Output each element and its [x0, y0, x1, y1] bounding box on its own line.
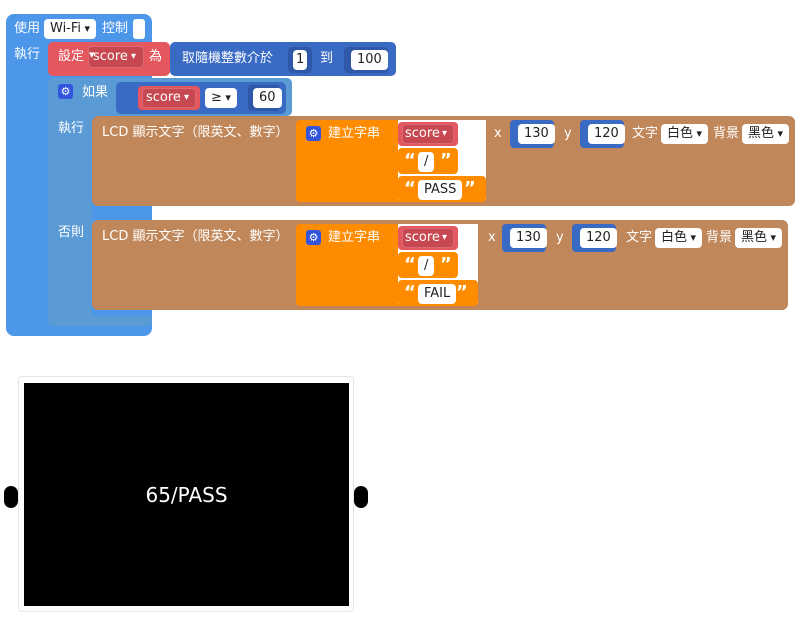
- pass-y-input[interactable]: 120: [588, 124, 625, 144]
- wifi-use-label: 使用: [14, 21, 41, 36]
- lcd-left-handle-icon[interactable]: [4, 486, 18, 508]
- fail-text-close-quote: ”: [456, 282, 468, 303]
- random-int-label: 取隨機整數介於: [182, 51, 274, 66]
- fail-sep-open-quote: “: [404, 254, 416, 275]
- set-dropdown-arrow: ▾: [131, 51, 137, 62]
- fail-y-input[interactable]: 120: [580, 228, 617, 248]
- fail-text-input[interactable]: FAIL: [418, 284, 457, 304]
- pass-text-close-quote: ”: [464, 178, 476, 199]
- fail-x-input[interactable]: 130: [510, 228, 547, 248]
- set-variable-name: score: [93, 49, 128, 64]
- fail-text-open-quote: “: [404, 282, 416, 303]
- wifi-control-label: 控制: [102, 21, 129, 36]
- compare-var-arrow: ▾: [184, 92, 190, 103]
- random-from-input[interactable]: 1: [293, 50, 308, 70]
- fail-y-label: y: [556, 230, 564, 245]
- build-string-label-fail: 建立字串: [328, 230, 381, 245]
- fail-bg-label: 背景: [706, 230, 733, 245]
- random-to-input[interactable]: 100: [351, 50, 388, 70]
- fail-x-label: x: [488, 230, 496, 245]
- wifi-device-dropdown[interactable]: Wi-Fi: [44, 19, 97, 39]
- fail-score-arrow: ▾: [442, 232, 448, 243]
- build-string-gear-icon-fail[interactable]: ⚙: [306, 230, 321, 245]
- pass-sep-close-quote: ”: [440, 150, 452, 171]
- if-gear-icon[interactable]: ⚙: [58, 84, 73, 99]
- compare-var-name: score: [146, 90, 181, 105]
- build-string-spine-pass: [388, 120, 398, 202]
- fail-bg-dropdown[interactable]: 黑色: [735, 228, 783, 248]
- if-bottom-bar: [48, 316, 152, 326]
- pass-bg-label: 背景: [713, 126, 740, 141]
- pass-x-label: x: [494, 126, 502, 141]
- wifi-exec-label: 執行: [14, 47, 41, 62]
- lcd-display-text: 65/PASS: [145, 483, 228, 507]
- build-string-spine-fail: [388, 224, 398, 306]
- fail-score-name: score: [405, 230, 440, 245]
- if-label: 如果: [82, 85, 109, 100]
- fail-sep-input[interactable]: /: [418, 256, 435, 276]
- pass-sep-open-quote: “: [404, 150, 416, 171]
- if-else-label: 否則: [58, 225, 85, 240]
- fail-color-dropdown[interactable]: 白色: [655, 228, 703, 248]
- pass-bg-dropdown[interactable]: 黑色: [742, 124, 790, 144]
- lcd-pass-label: LCD 顯示文字（限英文、數字）: [102, 125, 289, 140]
- pass-y-label: y: [564, 126, 572, 141]
- compare-value-input[interactable]: 60: [253, 88, 282, 108]
- build-string-gear-icon-pass[interactable]: ⚙: [306, 126, 321, 141]
- pass-color-label: 文字: [632, 126, 659, 141]
- set-label: 設定: [58, 49, 85, 64]
- pass-text-input[interactable]: PASS: [418, 180, 463, 200]
- compare-operator-dropdown[interactable]: ≥: [205, 88, 237, 108]
- lcd-fail-label: LCD 顯示文字（限英文、數字）: [102, 229, 289, 244]
- wifi-empty-slot[interactable]: [133, 19, 145, 39]
- random-to-label: 到: [320, 51, 334, 66]
- lcd-right-handle-icon[interactable]: [354, 486, 368, 508]
- fail-color-label: 文字: [626, 230, 653, 245]
- build-string-label-pass: 建立字串: [328, 126, 381, 141]
- fail-sep-close-quote: ”: [440, 254, 452, 275]
- pass-text-open-quote: “: [404, 178, 416, 199]
- if-then-label: 執行: [58, 121, 85, 136]
- pass-sep-input[interactable]: /: [418, 152, 435, 172]
- pass-x-input[interactable]: 130: [518, 124, 555, 144]
- pass-score-name: score: [405, 126, 440, 141]
- pass-color-dropdown[interactable]: 白色: [661, 124, 709, 144]
- pass-score-arrow: ▾: [442, 128, 448, 139]
- set-to-label: 為: [149, 49, 163, 64]
